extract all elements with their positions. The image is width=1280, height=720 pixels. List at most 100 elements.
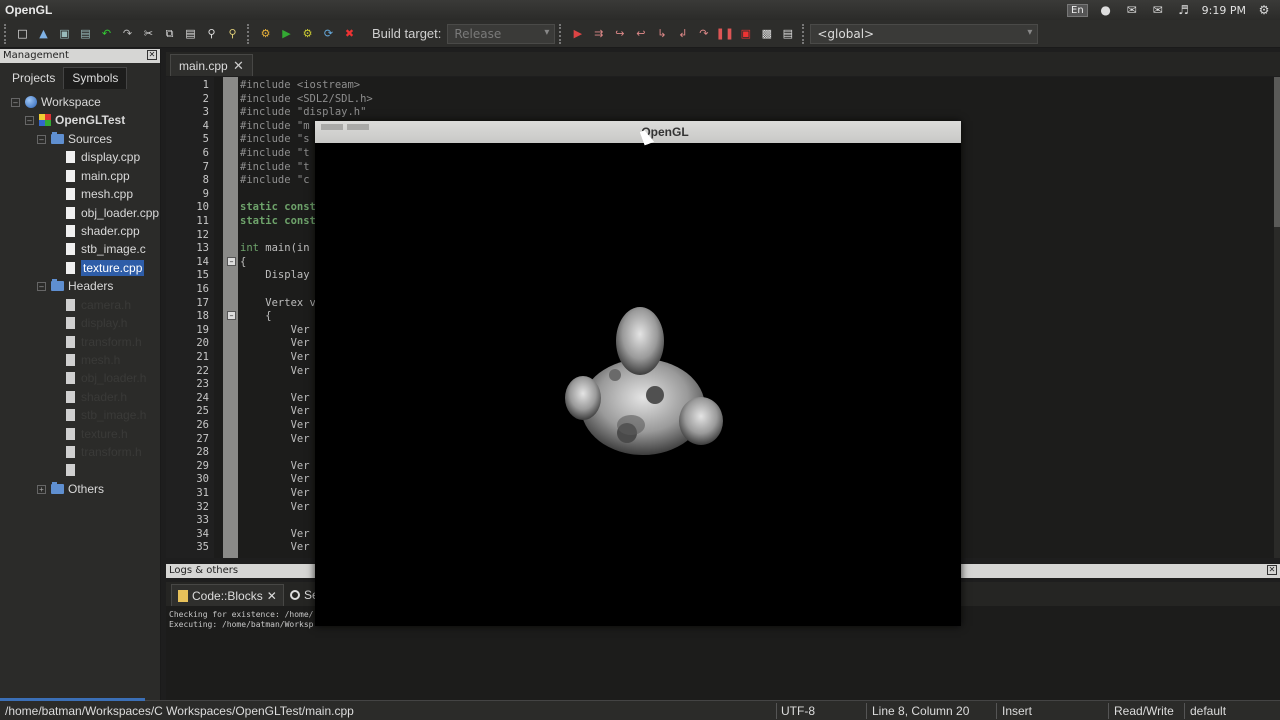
- debug-icon[interactable]: ▶: [568, 24, 588, 44]
- editor-tab-main-cpp[interactable]: main.cpp ✕: [170, 54, 253, 76]
- fold-collapse-icon[interactable]: –: [227, 311, 236, 320]
- open-file-icon[interactable]: ▲: [34, 24, 54, 44]
- code-line[interactable]: {: [240, 310, 271, 324]
- tree-folder-sources[interactable]: – Sources: [37, 130, 112, 148]
- code-line[interactable]: Ver: [240, 473, 310, 487]
- code-line[interactable]: Ver: [240, 501, 310, 515]
- rebuild-icon[interactable]: ⟳: [319, 24, 339, 44]
- code-line[interactable]: int main(in: [240, 242, 310, 256]
- code-line[interactable]: Ver: [240, 419, 310, 433]
- opengl-titlebar[interactable]: OpenGL: [315, 121, 961, 143]
- tree-file[interactable]: stb_image.h: [66, 406, 146, 424]
- find-icon[interactable]: ⚲: [202, 24, 222, 44]
- save-icon[interactable]: ▣: [55, 24, 75, 44]
- code-line[interactable]: Ver: [240, 324, 310, 338]
- volume-icon[interactable]: ♬: [1176, 3, 1192, 17]
- tree-file-selected[interactable]: texture.cpp: [66, 259, 145, 277]
- tree-file[interactable]: shader.cpp: [66, 222, 140, 240]
- collapse-icon[interactable]: –: [37, 281, 46, 291]
- code-line[interactable]: #include "s: [240, 133, 310, 147]
- editor-scrollbar[interactable]: [1274, 77, 1280, 558]
- tree-file[interactable]: transform.h: [66, 333, 142, 351]
- tab-codeblocks-log[interactable]: Code::Blocks ✕: [171, 584, 284, 606]
- toolbar-grip[interactable]: [559, 23, 563, 44]
- code-line[interactable]: Ver: [240, 460, 310, 474]
- scrollbar-thumb[interactable]: [1274, 77, 1280, 227]
- build-gear-icon[interactable]: ⚙: [256, 24, 276, 44]
- code-line[interactable]: #include <iostream>: [240, 79, 360, 93]
- code-line[interactable]: {: [240, 256, 246, 270]
- code-line[interactable]: #include "m: [240, 120, 310, 134]
- code-line[interactable]: Display: [240, 269, 309, 283]
- copy-icon[interactable]: ⧉: [160, 24, 180, 44]
- code-line[interactable]: #include "t: [240, 161, 310, 175]
- tree-folder-headers[interactable]: – Headers: [37, 277, 113, 295]
- scope-select[interactable]: <global> ▾: [810, 23, 1039, 44]
- new-file-icon[interactable]: □: [13, 24, 33, 44]
- next-line-icon[interactable]: ↪: [610, 24, 630, 44]
- code-line[interactable]: Vertex v: [240, 297, 316, 311]
- replace-icon[interactable]: ⚲: [223, 24, 243, 44]
- toolbar-grip[interactable]: [802, 23, 806, 44]
- tree-file[interactable]: [66, 461, 81, 479]
- close-tab-icon[interactable]: ✕: [233, 58, 244, 73]
- toolbar-grip[interactable]: [247, 23, 251, 44]
- step-into-icon[interactable]: ↳: [652, 24, 672, 44]
- paste-icon[interactable]: ▤: [181, 24, 201, 44]
- next-instruction-icon[interactable]: ↩: [631, 24, 651, 44]
- tree-file[interactable]: shader.h: [66, 388, 127, 406]
- tree-folder-others[interactable]: + Others: [37, 480, 104, 498]
- redo-icon[interactable]: ↷: [118, 24, 138, 44]
- run-icon[interactable]: ▶: [277, 24, 297, 44]
- code-line[interactable]: Ver: [240, 405, 310, 419]
- tree-file[interactable]: camera.h: [66, 296, 131, 314]
- expand-icon[interactable]: +: [37, 484, 46, 494]
- code-line[interactable]: static const: [240, 215, 316, 229]
- build-target-select[interactable]: Release ▾: [447, 23, 556, 44]
- cut-icon[interactable]: ✂: [139, 24, 159, 44]
- tree-file[interactable]: stb_image.c: [66, 240, 146, 258]
- network-icon[interactable]: ●: [1098, 3, 1114, 17]
- code-line[interactable]: Ver: [240, 337, 310, 351]
- clock[interactable]: 9:19 PM: [1202, 4, 1246, 17]
- code-line[interactable]: Ver: [240, 392, 310, 406]
- code-line[interactable]: Ver: [240, 433, 310, 447]
- tree-file[interactable]: obj_loader.h: [66, 369, 146, 387]
- mail-icon[interactable]: ✉: [1150, 3, 1166, 17]
- tab-projects[interactable]: Projects: [4, 68, 63, 89]
- opengl-window[interactable]: OpenGL: [315, 121, 961, 626]
- tree-workspace[interactable]: – Workspace: [11, 93, 101, 111]
- code-line[interactable]: Ver: [240, 541, 310, 555]
- code-line[interactable]: Ver: [240, 365, 310, 379]
- tree-file[interactable]: display.cpp: [66, 148, 140, 166]
- build-and-run-icon[interactable]: ⚙: [298, 24, 318, 44]
- tree-file[interactable]: obj_loader.cpp: [66, 204, 159, 222]
- power-gear-icon[interactable]: ⚙: [1256, 3, 1272, 17]
- tree-file[interactable]: main.cpp: [66, 167, 130, 185]
- collapse-icon[interactable]: –: [11, 97, 20, 107]
- code-line[interactable]: static const: [240, 201, 316, 215]
- close-icon[interactable]: ✕: [147, 50, 157, 60]
- fold-collapse-icon[interactable]: –: [227, 257, 236, 266]
- abort-icon[interactable]: ✖: [340, 24, 360, 44]
- close-icon[interactable]: ✕: [1267, 565, 1277, 575]
- tree-file[interactable]: display.h: [66, 314, 127, 332]
- tree-file[interactable]: mesh.cpp: [66, 185, 133, 203]
- code-line[interactable]: #include "display.h": [240, 106, 366, 120]
- step-instruction-icon[interactable]: ↷: [694, 24, 714, 44]
- render-canvas[interactable]: [315, 143, 961, 626]
- run-to-cursor-icon[interactable]: ⇉: [589, 24, 609, 44]
- tree-project[interactable]: – OpenGLTest: [25, 111, 125, 129]
- tree-file[interactable]: transform.h: [66, 443, 142, 461]
- tab-symbols[interactable]: Symbols: [63, 67, 128, 89]
- messaging-icon[interactable]: ✉: [1124, 3, 1140, 17]
- close-tab-icon[interactable]: ✕: [267, 589, 277, 603]
- code-line[interactable]: #include "c: [240, 174, 310, 188]
- step-out-icon[interactable]: ↲: [673, 24, 693, 44]
- collapse-icon[interactable]: –: [37, 134, 46, 144]
- code-line[interactable]: Ver: [240, 487, 310, 501]
- toolbar-grip[interactable]: [4, 23, 8, 44]
- pause-icon[interactable]: ❚❚: [715, 24, 735, 44]
- keyboard-layout-indicator[interactable]: En: [1067, 3, 1088, 17]
- code-line[interactable]: Ver: [240, 528, 310, 542]
